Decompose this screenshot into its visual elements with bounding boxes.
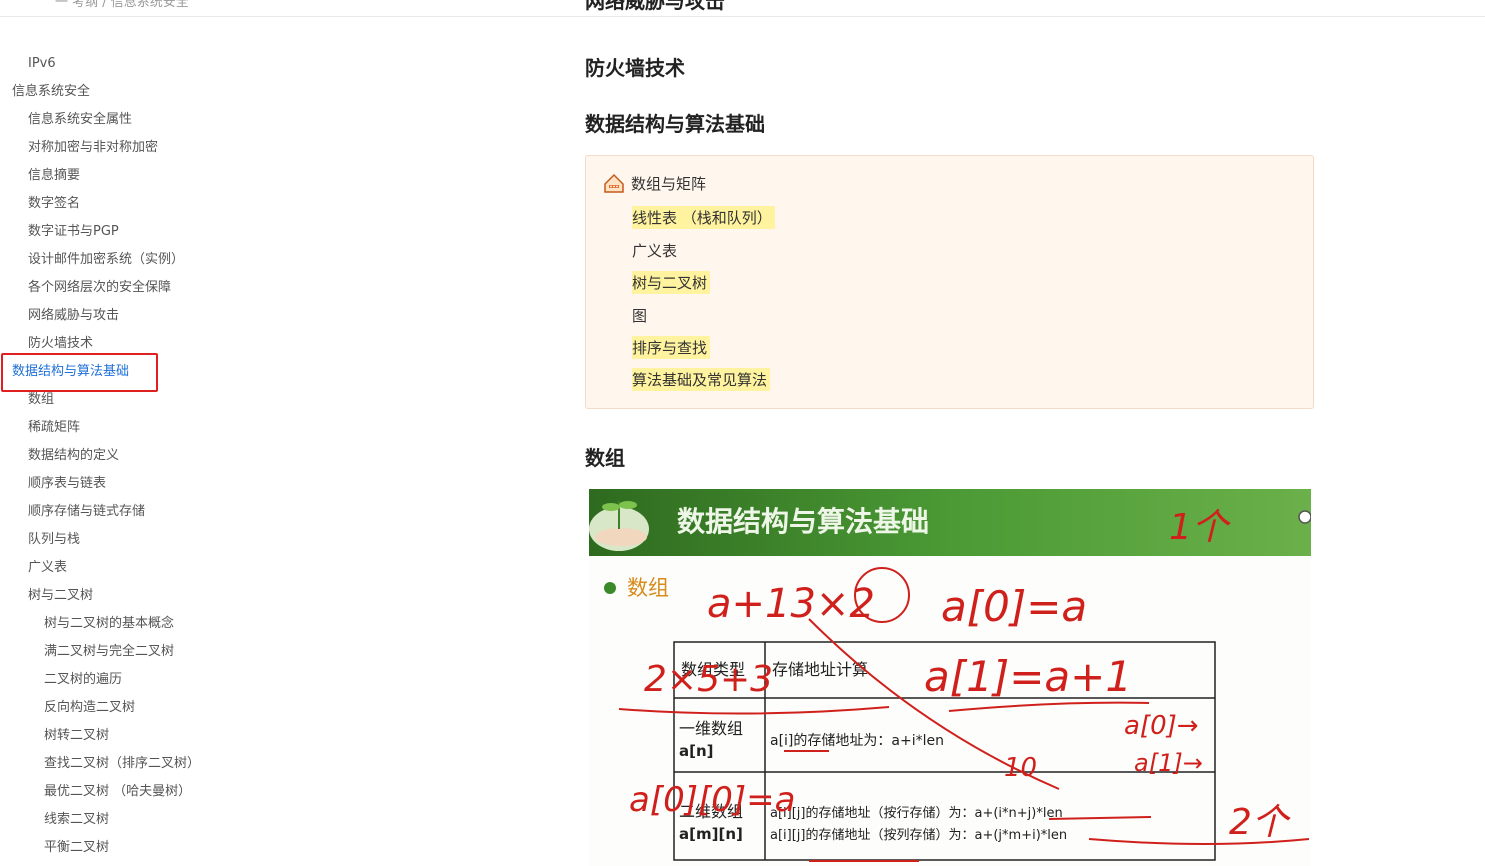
- hw-note: 10: [1004, 753, 1037, 783]
- toc-item[interactable]: 顺序存储与链式存储: [28, 503, 145, 521]
- hw-note: a[0][0]=a: [629, 780, 795, 820]
- slide-section-label: 数组: [627, 576, 669, 600]
- toc-item[interactable]: 树与二叉树: [28, 587, 93, 605]
- toc-item-ipv6[interactable]: IPv6: [28, 55, 56, 73]
- toc-item[interactable]: 信息摘要: [28, 167, 80, 185]
- banner-dot-icon: [1298, 510, 1311, 524]
- slide-banner-title: 数据结构与算法基础: [677, 505, 929, 538]
- toc-item[interactable]: 查找二叉树（排序二叉树）: [44, 755, 200, 773]
- toc-item[interactable]: 反向构造二叉树: [44, 699, 135, 717]
- toc-item[interactable]: 数字证书与PGP: [28, 223, 119, 241]
- section-heading-array: 数组: [585, 446, 625, 470]
- section-heading-ds: 数据结构与算法基础: [585, 112, 765, 136]
- section-heading-cut: 网络威胁与攻击: [585, 0, 725, 13]
- mindmap-child: 线性表 （栈和队列）: [632, 206, 775, 229]
- hw-note: a[1]→: [1134, 749, 1203, 777]
- toc-item[interactable]: 数字签名: [28, 195, 80, 213]
- toc-item[interactable]: 树与二叉树的基本概念: [44, 615, 174, 633]
- row1-type: 一维数组: [679, 719, 743, 738]
- toc-item[interactable]: 最优二叉树 （哈夫曼树）: [44, 783, 191, 801]
- toc-item[interactable]: 数据结构的定义: [28, 447, 119, 465]
- toc-item[interactable]: 队列与栈: [28, 531, 80, 549]
- mindmap-child: 算法基础及常见算法: [632, 368, 771, 391]
- toc-item-active[interactable]: 数据结构与算法基础: [12, 363, 129, 381]
- row1-type-sub: a[n]: [679, 742, 714, 760]
- mindmap-child: 广义表: [632, 242, 678, 260]
- mindmap-child: 树与二叉树: [632, 271, 711, 294]
- mindmap-root-label: 数组与矩阵: [631, 174, 707, 193]
- mindmap-icon: [604, 173, 624, 193]
- table-header-formula: 存储地址计算: [772, 660, 868, 679]
- section-bullet-icon: [604, 582, 616, 594]
- lecture-slide-image: 数据结构与算法基础 数组 数组类型 存储地址计算 一维数组 a[n] a[i]的…: [589, 489, 1311, 866]
- slide-svg: 数据结构与算法基础 数组 数组类型 存储地址计算 一维数组 a[n] a[i]的…: [589, 489, 1311, 862]
- hw-note: a[0]=a: [941, 582, 1087, 631]
- toc-item[interactable]: 广义表: [28, 559, 67, 577]
- hw-note: 1个: [1169, 507, 1231, 548]
- toc-item[interactable]: 树转二叉树: [44, 727, 109, 745]
- toc-item[interactable]: 网络威胁与攻击: [28, 307, 119, 325]
- hw-note: a+13×2: [707, 581, 875, 627]
- toc-item[interactable]: 信息系统安全属性: [28, 111, 132, 129]
- breadcrumb: 一 考纲 / 信息系统安全: [55, 0, 189, 10]
- toc-item[interactable]: 数组: [28, 391, 54, 409]
- toc-item[interactable]: 稀疏矩阵: [28, 419, 80, 437]
- mindmap-child: 排序与查找: [632, 336, 711, 359]
- row2-formula-line2: a[i][j]的存储地址（按列存储）为：a+(j*m+i)*len: [770, 827, 1067, 843]
- row2-formula-line1: a[i][j]的存储地址（按行存储）为：a+(i*n+j)*len: [770, 805, 1063, 821]
- row1-formula: a[i]的存储地址为：a+i*len: [770, 733, 944, 749]
- mindmap-child: 图: [632, 307, 648, 325]
- hw-note: a[0]→: [1124, 711, 1199, 741]
- row2-type-sub: a[m][n]: [679, 825, 743, 843]
- toc-item[interactable]: 顺序表与链表: [28, 475, 106, 493]
- toc-item[interactable]: 平衡二叉树: [44, 839, 109, 857]
- hw-note: 2个: [1229, 802, 1291, 843]
- toc-item[interactable]: 对称加密与非对称加密: [28, 139, 158, 157]
- handwritten-annotations: a+13×2 a[0]=a a[1]=a+1 2×5+3 a[0]→ a[1]→…: [629, 507, 1291, 843]
- toc-item[interactable]: 防火墙技术: [28, 335, 93, 353]
- breadcrumb-bar: 一 考纲 / 信息系统安全: [0, 0, 1485, 17]
- section-heading-firewall: 防火墙技术: [585, 56, 685, 80]
- hw-note: a[1]=a+1: [924, 652, 1132, 701]
- hw-note: 2×5+3: [644, 659, 773, 700]
- toc-item[interactable]: 设计邮件加密系统（实例）: [28, 251, 184, 269]
- toc-item-infosec[interactable]: 信息系统安全: [12, 83, 90, 101]
- toc-item[interactable]: 线索二叉树: [44, 811, 109, 829]
- toc-item[interactable]: 各个网络层次的安全保障: [28, 279, 171, 297]
- toc-item[interactable]: 满二叉树与完全二叉树: [44, 643, 174, 661]
- mindmap-root: 数组与矩阵: [603, 172, 706, 194]
- toc-item[interactable]: 二叉树的遍历: [44, 671, 122, 689]
